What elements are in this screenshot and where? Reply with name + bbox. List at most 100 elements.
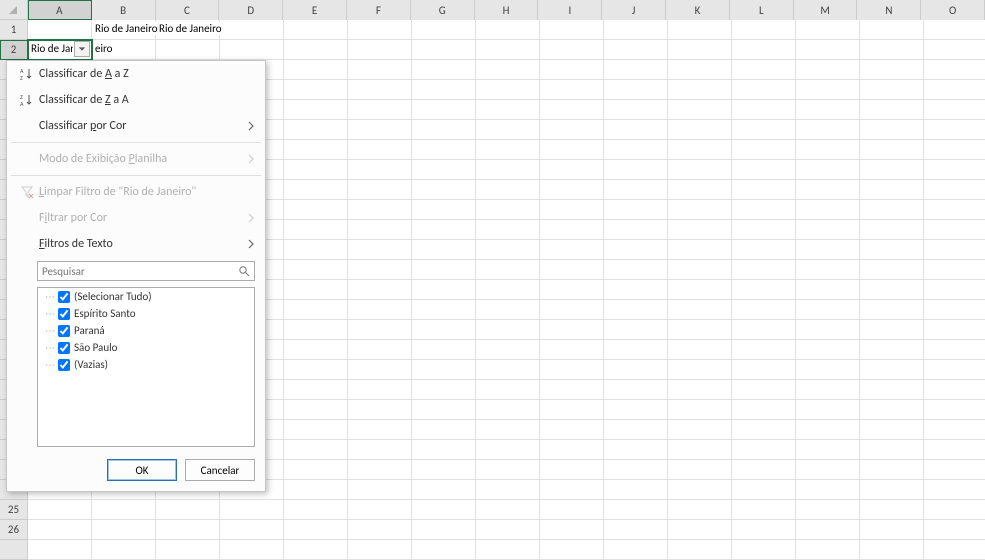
search-icon (234, 262, 254, 280)
grid-row (0, 540, 985, 560)
cell-A2[interactable]: Rio de Janeiro (28, 40, 92, 60)
search-row (7, 257, 265, 285)
cell-A1[interactable] (28, 20, 92, 40)
cell-J1[interactable] (604, 20, 668, 40)
cell-E1[interactable] (284, 20, 348, 40)
autofilter-menu: AZ Classificar de A a Z ZA Classificar d… (6, 60, 266, 492)
filter-value-item[interactable]: ⋯ São Paulo (38, 339, 254, 356)
cell-I2[interactable] (540, 40, 604, 60)
col-header-C[interactable]: C (156, 0, 220, 20)
cell-G1[interactable] (412, 20, 476, 40)
cell-L1[interactable] (732, 20, 796, 40)
cell-M1[interactable] (796, 20, 860, 40)
cell-O2[interactable] (924, 40, 985, 60)
filter-by-color-label: Filtrar por Cor (39, 211, 245, 225)
grid-row: 1 Rio de Janeiro Rio de Janeiro (0, 20, 985, 40)
menu-separator (11, 175, 261, 176)
cell-N1[interactable] (860, 20, 924, 40)
cell-D2[interactable] (220, 40, 284, 60)
grid-row: 2 Rio de Janeiro eiro (0, 40, 985, 60)
sort-az-icon: AZ (17, 66, 37, 82)
filter-value-item[interactable]: ⋯ (Vazias) (38, 356, 254, 373)
row-header-1[interactable]: 1 (0, 20, 28, 40)
col-header-D[interactable]: D (219, 0, 283, 20)
cell-O1[interactable] (924, 20, 985, 40)
cell-A25[interactable] (28, 500, 92, 520)
menu-separator (11, 142, 261, 143)
tree-toggle-icon: ⋯ (44, 307, 56, 320)
col-header-L[interactable]: L (730, 0, 794, 20)
sort-za-item[interactable]: ZA Classificar de Z a A (7, 87, 265, 113)
sort-az-item[interactable]: AZ Classificar de A a Z (7, 61, 265, 87)
col-header-G[interactable]: G (411, 0, 475, 20)
tree-toggle-icon: ⋯ (44, 358, 56, 371)
col-header-I[interactable]: I (538, 0, 602, 20)
row-header-25[interactable]: 25 (0, 500, 28, 520)
cell-M2[interactable] (796, 40, 860, 60)
chevron-right-icon (245, 153, 257, 165)
col-header-O[interactable]: O (921, 0, 985, 20)
cell-E2[interactable] (284, 40, 348, 60)
select-all-corner[interactable] (0, 0, 28, 20)
chevron-right-icon (245, 212, 257, 224)
col-header-F[interactable]: F (347, 0, 411, 20)
cell-F2[interactable] (348, 40, 412, 60)
filter-value-label: Paraná (74, 324, 105, 337)
filter-value-label: Espírito Santo (74, 307, 136, 320)
col-header-B[interactable]: B (92, 0, 156, 20)
cell-D1[interactable] (220, 20, 284, 40)
cell-L2[interactable] (732, 40, 796, 60)
cell-I1[interactable] (540, 20, 604, 40)
sort-by-color-item[interactable]: Classificar por Cor (7, 113, 265, 139)
cell-B2[interactable]: eiro (92, 40, 156, 60)
col-header-M[interactable]: M (794, 0, 858, 20)
grid-row: 26 (0, 520, 985, 540)
filter-checkbox[interactable] (58, 359, 70, 371)
cell-F1[interactable] (348, 20, 412, 40)
search-input[interactable] (38, 265, 234, 278)
ok-button[interactable]: OK (107, 459, 177, 481)
col-header-H[interactable]: H (475, 0, 539, 20)
col-header-E[interactable]: E (283, 0, 347, 20)
cell-B1[interactable]: Rio de Janeiro (92, 20, 156, 40)
cell-H2[interactable] (476, 40, 540, 60)
cell-A26[interactable] (28, 520, 92, 540)
cell-K2[interactable] (668, 40, 732, 60)
cell-C1[interactable]: Rio de Janeiro (156, 20, 220, 40)
chevron-right-icon (245, 238, 257, 250)
filter-values-list[interactable]: ⋯ (Selecionar Tudo) ⋯ Espírito Santo ⋯ P… (37, 287, 255, 447)
sort-za-label: Classificar de Z a A (39, 93, 257, 107)
filter-checkbox[interactable] (58, 325, 70, 337)
filter-checkbox[interactable] (58, 342, 70, 354)
tree-toggle-icon: ⋯ (44, 290, 56, 303)
clear-filter-label: Limpar Filtro de "Rio de Janeiro" (39, 185, 257, 199)
cell-J2[interactable] (604, 40, 668, 60)
row-header-2[interactable]: 2 (0, 40, 28, 60)
cell-N2[interactable] (860, 40, 924, 60)
filter-by-color-item: Filtrar por Cor (7, 205, 265, 231)
cancel-button[interactable]: Cancelar (185, 459, 255, 481)
row-header-26[interactable]: 26 (0, 520, 28, 540)
col-header-K[interactable]: K (666, 0, 730, 20)
filter-checkbox[interactable] (58, 291, 70, 303)
filter-checkbox[interactable] (58, 308, 70, 320)
cell-K1[interactable] (668, 20, 732, 40)
clear-filter-item: Limpar Filtro de "Rio de Janeiro" (7, 179, 265, 205)
col-header-A[interactable]: A (28, 0, 92, 20)
filter-dropdown-button[interactable] (74, 41, 90, 57)
sort-by-color-label: Classificar por Cor (39, 119, 245, 133)
filter-value-label: São Paulo (74, 341, 117, 354)
filter-value-item[interactable]: ⋯ Paraná (38, 322, 254, 339)
cell-C2[interactable] (156, 40, 220, 60)
cell-G2[interactable] (412, 40, 476, 60)
sort-az-label: Classificar de A a Z (39, 67, 257, 81)
grid-row: 25 (0, 500, 985, 520)
sheet-view-label: Modo de Exibição Planilha (39, 152, 245, 166)
text-filters-label: Filtros de Texto (39, 237, 245, 251)
col-header-N[interactable]: N (857, 0, 921, 20)
col-header-J[interactable]: J (602, 0, 666, 20)
filter-value-item[interactable]: ⋯ Espírito Santo (38, 305, 254, 322)
filter-value-item[interactable]: ⋯ (Selecionar Tudo) (38, 288, 254, 305)
text-filters-item[interactable]: Filtros de Texto (7, 231, 265, 257)
cell-H1[interactable] (476, 20, 540, 40)
